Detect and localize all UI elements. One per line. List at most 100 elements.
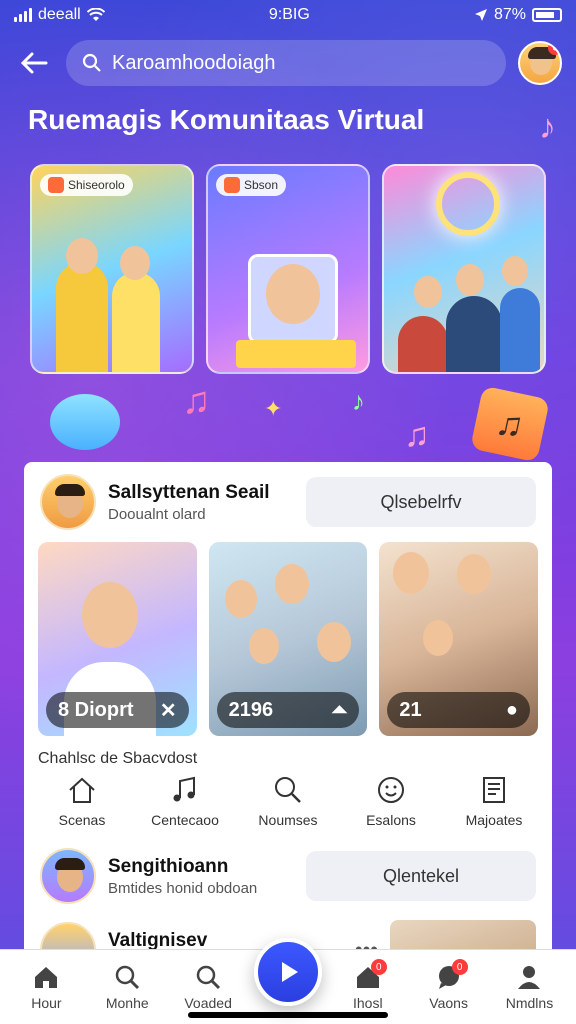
person-head bbox=[502, 256, 528, 286]
video-thumbnail[interactable]: 2196 ⏶ bbox=[208, 542, 368, 736]
nav-label: Vaons bbox=[429, 995, 468, 1011]
home-indicator bbox=[188, 1012, 388, 1018]
search-icon bbox=[275, 777, 301, 803]
document-icon bbox=[483, 777, 505, 803]
search-icon bbox=[196, 965, 221, 990]
carrier-label: deeall bbox=[38, 6, 81, 23]
card-chip: Shiseorolo bbox=[40, 174, 133, 196]
category-scenas[interactable]: Scenas bbox=[32, 774, 132, 828]
nav-label: Monhe bbox=[105, 995, 149, 1011]
feed-subtitle: Dooualnt olard bbox=[108, 505, 206, 523]
nav-label: Voaded bbox=[184, 995, 232, 1011]
decorations: ♫ ✦ ♪ ♫ ♫ bbox=[0, 380, 576, 463]
music-note-icon: ♫ bbox=[404, 416, 430, 454]
search-icon bbox=[116, 965, 140, 990]
feed-row[interactable]: Sengithioann Bmtides honid obdoan Qlente… bbox=[24, 836, 552, 916]
video-thumbnail[interactable]: 21 ● bbox=[379, 542, 539, 736]
person-head bbox=[82, 582, 138, 648]
page-title: Ruemagis Komunitaas Virtual bbox=[28, 104, 425, 135]
nav-label: Nmdlns bbox=[505, 995, 554, 1011]
app-icon bbox=[48, 177, 64, 193]
smile-icon bbox=[378, 777, 404, 803]
category-label: Esalons bbox=[366, 812, 416, 828]
notification-badge: 0 bbox=[451, 959, 468, 975]
star-icon: ✦ bbox=[264, 396, 283, 421]
thumbnail-overlay: 2196 ⏶ bbox=[216, 692, 360, 728]
feed-name: Sengithioann bbox=[108, 855, 229, 877]
hero-card[interactable]: Sbson bbox=[206, 164, 370, 374]
section-label: Chahlsc de Sbacvdost bbox=[38, 750, 198, 767]
video-thumbnail[interactable]: 8 Dioprt ✕ bbox=[38, 542, 197, 736]
chat-icon[interactable]: ● bbox=[506, 699, 518, 722]
thumbnail-label: 21 bbox=[399, 698, 422, 721]
music-note-icon: ♪ bbox=[352, 386, 365, 416]
person-head bbox=[224, 580, 257, 618]
person-head bbox=[248, 628, 279, 664]
arrow-left-icon bbox=[20, 52, 48, 74]
back-button[interactable] bbox=[14, 43, 54, 83]
thumbnail-strip: 8 Dioprt ✕ 2196 ⏶ 21 ● bbox=[24, 542, 552, 736]
chip-label: Sbson bbox=[244, 178, 279, 192]
stage-block bbox=[236, 340, 356, 368]
profile-avatar[interactable] bbox=[40, 474, 96, 530]
category-label: Scenas bbox=[58, 812, 106, 828]
category-centecaoo[interactable]: Centecaoo bbox=[135, 774, 235, 828]
nav-nmdlns[interactable]: Nmdlns bbox=[494, 963, 564, 1011]
nav-monhe[interactable]: Monhe bbox=[92, 963, 162, 1011]
signal-icon bbox=[14, 8, 32, 22]
hero-card[interactable] bbox=[382, 164, 546, 374]
profile-avatar[interactable] bbox=[40, 848, 96, 904]
status-time: 9:BIG bbox=[268, 6, 310, 23]
thumbnail-overlay: 21 ● bbox=[387, 692, 531, 728]
person-figure bbox=[56, 262, 108, 372]
music-note-icon: ♫ bbox=[470, 385, 550, 463]
person-head bbox=[393, 552, 430, 594]
person-figure bbox=[112, 272, 160, 372]
sun-icon bbox=[436, 172, 500, 236]
profile-icon bbox=[518, 966, 541, 989]
person-head bbox=[66, 238, 98, 274]
battery-icon bbox=[531, 8, 562, 22]
person-head bbox=[423, 620, 454, 656]
nav-home[interactable]: Hour bbox=[11, 963, 81, 1011]
follow-button[interactable]: Qlentekel bbox=[306, 851, 536, 901]
nav-ihosl[interactable]: 0 Ihosl bbox=[333, 959, 403, 1011]
category-label: Majoates bbox=[465, 812, 523, 828]
content-panel: Sallsyttenan Seail Dooualnt olard Qlsebe… bbox=[24, 462, 552, 980]
category-esalons[interactable]: Esalons bbox=[341, 774, 441, 828]
search-text[interactable]: Karoamhoodoiagh bbox=[112, 52, 275, 75]
person-head bbox=[316, 622, 351, 662]
person-head bbox=[414, 276, 442, 308]
hero-card[interactable]: Shiseorolo bbox=[30, 164, 194, 374]
location-arrow-icon bbox=[474, 9, 487, 21]
person-head bbox=[274, 564, 309, 604]
user-avatar[interactable]: ● bbox=[518, 41, 562, 85]
feed-row[interactable]: Sallsyttenan Seail Dooualnt olard Qlsebe… bbox=[24, 462, 552, 542]
search-icon bbox=[82, 53, 101, 72]
follow-button[interactable]: Qlsebelrfv bbox=[306, 477, 536, 527]
status-bar: deeall 9:BIG 87% bbox=[0, 0, 576, 30]
person-figure bbox=[398, 316, 448, 372]
play-button[interactable] bbox=[253, 938, 322, 1006]
category-noumses[interactable]: Noumses bbox=[238, 774, 338, 828]
nav-voaded[interactable]: Voaded bbox=[173, 963, 243, 1011]
card-chip: Sbson bbox=[216, 174, 287, 196]
person-head bbox=[457, 554, 492, 594]
home-icon bbox=[35, 967, 58, 988]
search-bar[interactable]: Karoamhoodoiagh bbox=[66, 40, 506, 86]
music-note-icon bbox=[173, 776, 195, 802]
hero-cards: Shiseorolo Sbson bbox=[30, 164, 546, 374]
category-label: Centecaoo bbox=[151, 812, 219, 828]
nav-vaons[interactable]: 0 Vaons bbox=[414, 959, 484, 1011]
upload-icon[interactable]: ⏶ bbox=[331, 699, 347, 722]
bubble-shape bbox=[50, 394, 120, 450]
person-figure bbox=[446, 296, 502, 372]
category-label: Noumses bbox=[258, 812, 318, 828]
category-row: Scenas Centecaoo Noumses Esalons Majoate… bbox=[24, 774, 552, 828]
chip-label: Shiseorolo bbox=[68, 178, 125, 192]
close-icon[interactable]: ✕ bbox=[160, 698, 177, 723]
category-majoates[interactable]: Majoates bbox=[444, 774, 544, 828]
thumbnail-label: 2196 bbox=[228, 698, 274, 721]
music-note-icon: ♫ bbox=[182, 380, 211, 422]
top-bar: Karoamhoodoiagh ● bbox=[14, 38, 562, 88]
